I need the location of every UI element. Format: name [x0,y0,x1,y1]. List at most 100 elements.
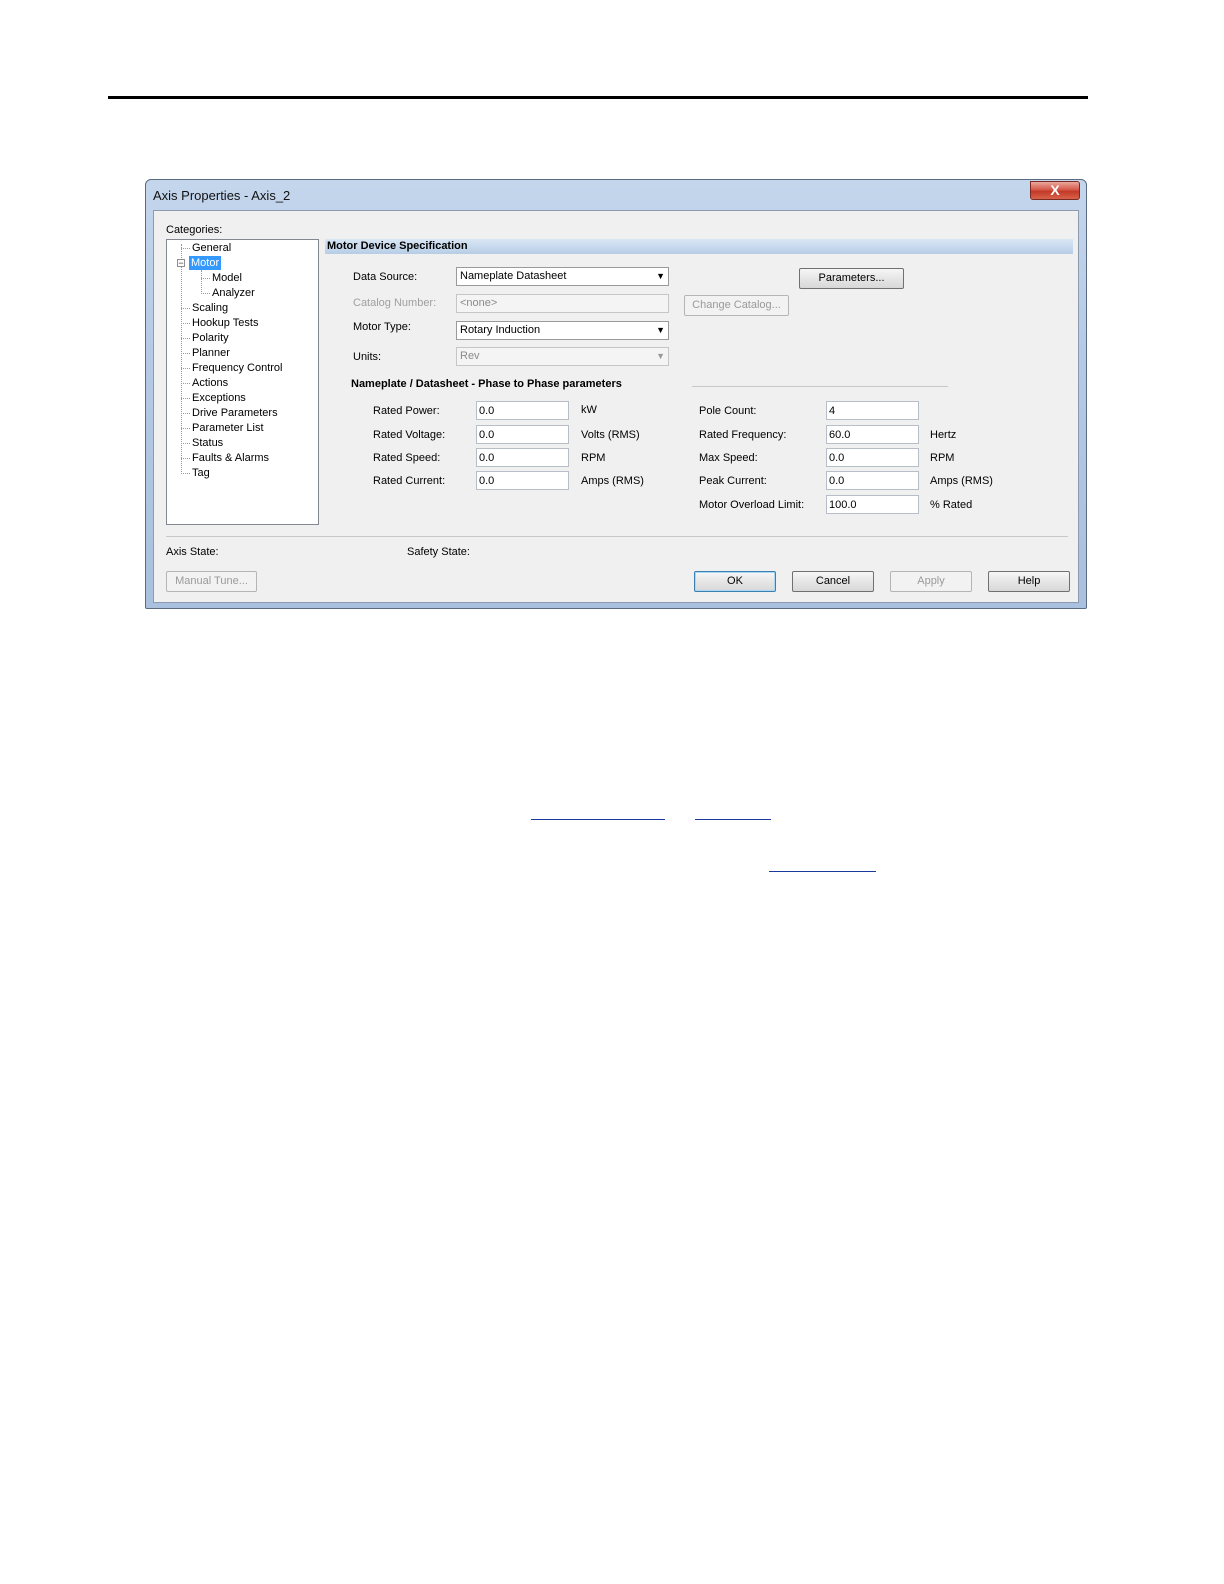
page-top-rule [108,96,1088,99]
tree-branch [201,278,210,279]
rated-voltage-label: Rated Voltage: [373,429,446,441]
motor-type-value: Rotary Induction [460,324,541,336]
tree-connector-line [181,244,182,474]
hyperlink-underline[interactable] [695,819,771,820]
parameters-button[interactable]: Parameters... [799,268,904,289]
rated-current-label: Rated Current: [373,475,446,487]
rated-current-input[interactable] [476,471,569,490]
motor-overload-limit-unit: % Rated [930,499,973,511]
collapse-motor-icon[interactable]: − [177,259,185,268]
peak-current-unit: Amps (RMS) [930,475,993,487]
tree-branch [181,458,190,459]
tree-branch [181,353,190,354]
tree-branch [181,413,190,414]
tree-connector-line [201,270,202,294]
dialog-client-area: Categories: − General Motor Model Analyz… [153,210,1079,603]
axis-state-label: Axis State: [166,546,219,558]
data-source-label: Data Source: [353,271,418,283]
tree-item-status[interactable]: Status [190,436,225,450]
rated-voltage-input[interactable] [476,425,569,444]
dropdown-arrow-icon: ▼ [656,351,665,361]
nameplate-section-title: Nameplate / Datasheet - Phase to Phase p… [351,378,622,390]
tree-item-tag[interactable]: Tag [190,466,212,480]
max-speed-unit: RPM [930,452,955,464]
tree-item-polarity[interactable]: Polarity [190,331,231,345]
units-dropdown[interactable]: Rev ▼ [456,347,669,366]
rated-speed-label: Rated Speed: [373,452,441,464]
units-value: Rev [460,350,480,362]
rated-voltage-unit: Volts (RMS) [581,429,640,441]
tree-branch [181,473,190,474]
nameplate-divider [692,386,948,387]
data-source-value: Nameplate Datasheet [460,270,567,282]
tree-item-hookup-tests[interactable]: Hookup Tests [190,316,260,330]
tree-item-frequency-control[interactable]: Frequency Control [190,361,285,375]
motor-type-label: Motor Type: [353,321,411,333]
tree-item-exceptions[interactable]: Exceptions [190,391,248,405]
tree-branch [181,368,190,369]
pole-count-label: Pole Count: [699,405,757,417]
tree-branch [181,428,190,429]
help-button[interactable]: Help [988,571,1070,592]
motor-overload-limit-label: Motor Overload Limit: [699,499,805,511]
rated-frequency-unit: Hertz [930,429,957,441]
tree-item-planner[interactable]: Planner [190,346,232,360]
tree-item-motor[interactable]: Motor [189,256,222,270]
close-icon: X [1050,182,1060,198]
tree-branch [181,308,190,309]
cancel-button[interactable]: Cancel [792,571,874,592]
tree-branch [181,443,190,444]
units-label: Units: [353,351,382,363]
tree-item-analyzer[interactable]: Analyzer [210,286,257,300]
max-speed-label: Max Speed: [699,452,758,464]
data-source-dropdown[interactable]: Nameplate Datasheet ▼ [456,267,669,286]
status-divider [166,536,1068,537]
tree-branch [181,383,190,384]
tree-branch [181,398,190,399]
rated-power-unit: kW [581,404,597,416]
section-header: Motor Device Specification [325,239,1073,254]
rated-frequency-label: Rated Frequency: [699,429,787,441]
tree-branch [181,323,190,324]
dropdown-arrow-icon: ▼ [656,271,665,281]
peak-current-input[interactable] [826,471,919,490]
rated-power-input[interactable] [476,401,569,420]
close-button[interactable]: X [1030,181,1080,200]
apply-button[interactable]: Apply [890,571,972,592]
tree-item-actions[interactable]: Actions [190,376,230,390]
catalog-number-field: <none> [456,294,669,313]
motor-overload-limit-input[interactable] [826,495,919,514]
rated-power-label: Rated Power: [373,405,440,417]
manual-tune-button[interactable]: Manual Tune... [166,571,257,592]
catalog-number-value: <none> [460,297,498,309]
categories-label: Categories: [166,224,223,236]
hyperlink-underline[interactable] [531,819,665,820]
rated-speed-unit: RPM [581,452,606,464]
tree-branch [181,338,190,339]
hyperlink-underline[interactable] [769,871,876,872]
tree-item-parameter-list[interactable]: Parameter List [190,421,266,435]
tree-branch [181,248,190,249]
axis-properties-dialog: Axis Properties - Axis_2 X Categories: − [145,179,1087,609]
window-title: Axis Properties - Axis_2 [153,188,291,203]
tree-item-general[interactable]: General [190,241,233,255]
rated-current-unit: Amps (RMS) [581,475,644,487]
pole-count-input[interactable] [826,401,919,420]
change-catalog-button[interactable]: Change Catalog... [684,295,789,316]
tree-item-faults-alarms[interactable]: Faults & Alarms [190,451,271,465]
safety-state-label: Safety State: [407,546,470,558]
catalog-number-label: Catalog Number: [353,297,437,309]
title-bar[interactable]: Axis Properties - Axis_2 X [146,180,1086,210]
tree-branch [201,293,210,294]
categories-tree[interactable]: − General Motor Model Analyzer Scaling H… [166,239,319,525]
ok-button[interactable]: OK [694,571,776,592]
tree-item-model[interactable]: Model [210,271,244,285]
dropdown-arrow-icon: ▼ [656,325,665,335]
tree-item-drive-parameters[interactable]: Drive Parameters [190,406,280,420]
rated-speed-input[interactable] [476,448,569,467]
peak-current-label: Peak Current: [699,475,767,487]
motor-type-dropdown[interactable]: Rotary Induction ▼ [456,321,669,340]
tree-item-scaling[interactable]: Scaling [190,301,230,315]
rated-frequency-input[interactable] [826,425,919,444]
max-speed-input[interactable] [826,448,919,467]
